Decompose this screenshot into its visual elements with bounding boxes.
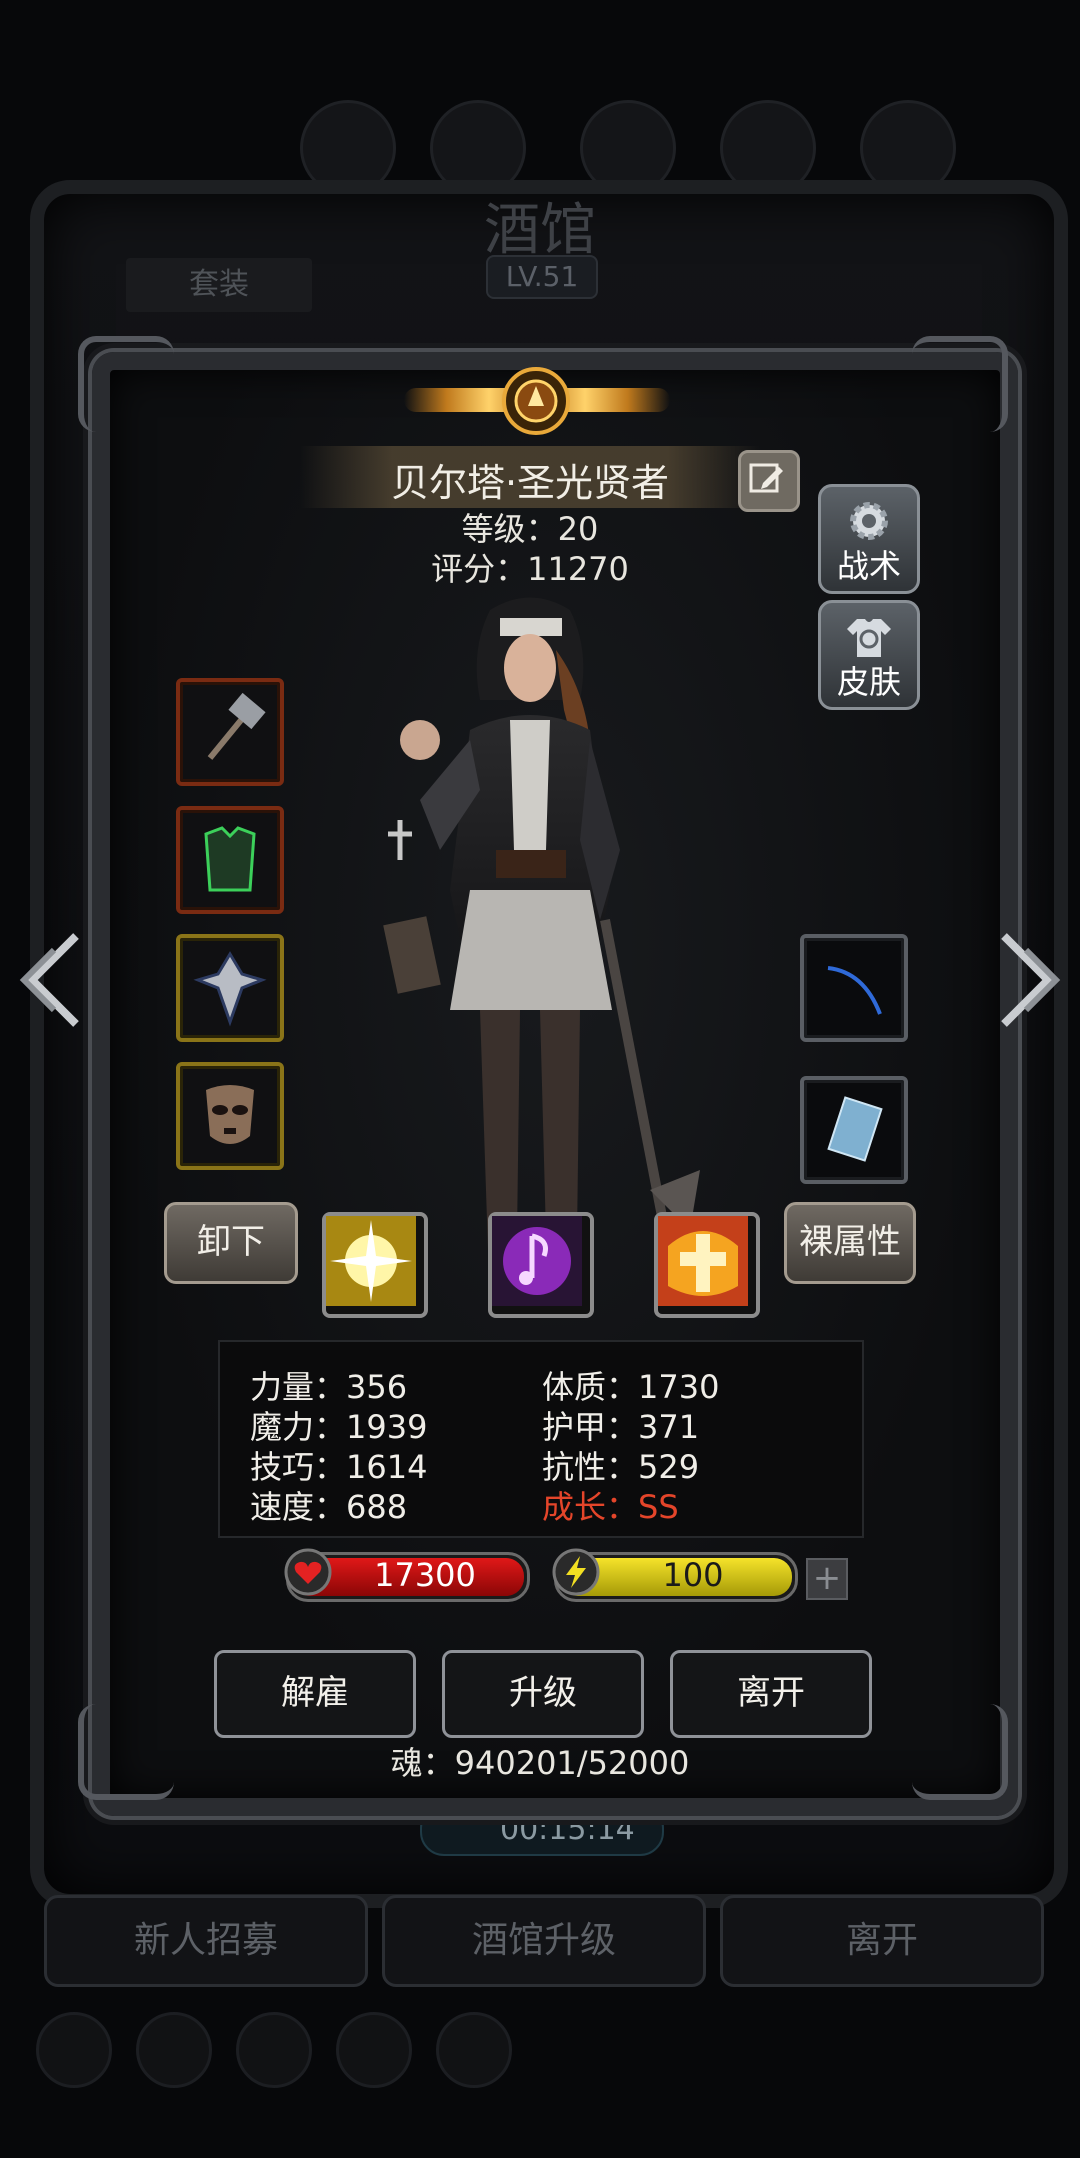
stat-speed: 速度：688 — [250, 1488, 408, 1526]
tab-set[interactable]: 套装 — [126, 258, 312, 312]
timer-text: 00:15:14 — [500, 1812, 635, 1847]
panel-ornament-icon — [78, 336, 174, 432]
leave-button[interactable]: 离开 — [670, 1650, 872, 1738]
blue-book-icon — [827, 1096, 883, 1162]
tavern-upgrade-button[interactable]: 酒馆升级 — [382, 1895, 706, 1987]
lightning-icon — [552, 1548, 600, 1596]
upgrade-button[interactable]: 升级 — [442, 1650, 644, 1738]
bottom-nav-icon-5[interactable] — [436, 2012, 512, 2088]
panel-ornament-icon — [912, 1704, 1008, 1800]
mask-icon — [206, 1085, 254, 1144]
hp-value: 17300 — [374, 1556, 476, 1594]
tactics-button[interactable]: 战术 — [818, 484, 920, 594]
prev-hero-arrow-icon[interactable] — [14, 930, 94, 1030]
equip-slot-weapon[interactable] — [176, 678, 284, 786]
tactics-label: 战术 — [836, 547, 901, 585]
edit-name-button[interactable] — [738, 450, 800, 512]
tavern-title: 酒馆 — [484, 198, 596, 263]
recruit-button[interactable]: 新人招募 — [44, 1895, 368, 1987]
skill-slot-2[interactable] — [488, 1212, 594, 1318]
holy-cross-icon — [658, 1216, 748, 1306]
green-armor-icon — [204, 826, 256, 892]
base-attributes-button[interactable]: 裸属性 — [784, 1202, 916, 1284]
skin-shirt-icon — [847, 619, 891, 657]
hero-name: 贝尔塔·圣光贤者 — [390, 461, 670, 505]
bottom-nav-icon-4[interactable] — [336, 2012, 412, 2088]
tavern-leave-button[interactable]: 离开 — [720, 1895, 1044, 1987]
equip-slot-book[interactable] — [800, 1076, 908, 1184]
music-note-icon — [492, 1216, 582, 1306]
equip-slot-armor[interactable] — [176, 806, 284, 914]
unequip-button[interactable]: 卸下 — [164, 1202, 298, 1284]
sun-emblem-icon — [502, 367, 570, 435]
next-hero-arrow-icon[interactable] — [986, 930, 1066, 1030]
skill-slot-3[interactable] — [654, 1212, 760, 1318]
equip-slot-accessory[interactable] — [176, 934, 284, 1042]
hero-score: 评分：11270 — [431, 550, 629, 588]
skin-button[interactable]: 皮肤 — [818, 600, 920, 710]
panel-ornament-icon — [78, 1704, 174, 1800]
energy-value: 100 — [662, 1556, 724, 1594]
stat-growth: 成长：SS — [542, 1488, 679, 1526]
bottom-nav-icon-1[interactable] — [36, 2012, 112, 2088]
heart-icon — [284, 1548, 332, 1596]
panel-ornament-icon — [912, 336, 1008, 432]
holy-burst-icon — [326, 1216, 416, 1306]
bottom-nav-icon-3[interactable] — [236, 2012, 312, 2088]
soul-cost: 魂：940201/52000 — [390, 1744, 690, 1782]
hammer-icon — [207, 692, 266, 760]
shield-amulet-icon — [193, 951, 267, 1027]
blue-whip-icon — [827, 966, 882, 1015]
tavern-level-badge: LV.51 — [486, 255, 598, 299]
skill-slot-1[interactable] — [322, 1212, 428, 1318]
bottom-nav-icon-2[interactable] — [136, 2012, 212, 2088]
dismiss-button[interactable]: 解雇 — [214, 1650, 416, 1738]
skin-label: 皮肤 — [836, 663, 901, 701]
gear-icon — [850, 502, 888, 540]
add-energy-button[interactable]: + — [806, 1558, 848, 1600]
pencil-icon — [749, 463, 783, 493]
equip-slot-helmet[interactable] — [176, 1062, 284, 1170]
equip-slot-offhand[interactable] — [800, 934, 908, 1042]
